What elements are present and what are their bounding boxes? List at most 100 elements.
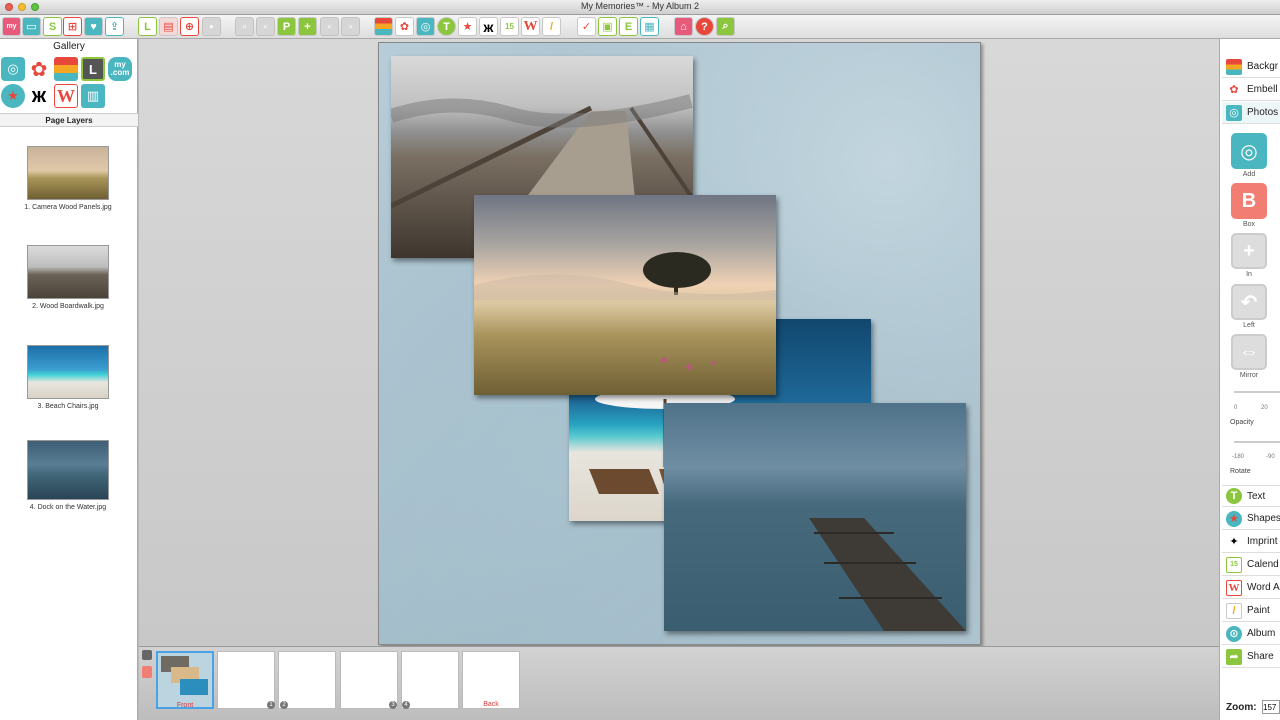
strip-view-button[interactable] bbox=[142, 666, 152, 678]
scrapbook-page[interactable] bbox=[378, 42, 981, 645]
gallery-title: Gallery bbox=[53, 41, 85, 52]
butterfly-icon[interactable]: ж bbox=[27, 84, 51, 108]
page-plus-icon[interactable]: P bbox=[277, 17, 296, 36]
layout-icon[interactable]: L bbox=[81, 57, 105, 81]
s-page-icon[interactable]: S bbox=[43, 17, 62, 36]
word-art-label: Word A bbox=[1247, 582, 1280, 593]
zoom-label: Zoom: bbox=[1226, 702, 1257, 713]
right-panel: Backgr ✿ Embell ◎ Photos ◎ Add B Box + I… bbox=[1219, 39, 1280, 720]
page-thumb-4[interactable] bbox=[401, 651, 459, 709]
rotate-left-icon: ↶ bbox=[1231, 284, 1267, 320]
imprint-item[interactable]: ✦ Imprint bbox=[1222, 531, 1280, 553]
rotate-slider[interactable] bbox=[1234, 441, 1280, 443]
share-item[interactable]: ➦ Share bbox=[1222, 646, 1280, 668]
page-strip: Front 1 2 3 4 Back bbox=[139, 646, 1219, 720]
frame-icon[interactable]: ▦ bbox=[640, 17, 659, 36]
opacity-slider[interactable] bbox=[1234, 391, 1280, 393]
ungroup-icon: ▫ bbox=[235, 17, 254, 36]
zoom-input[interactable] bbox=[1262, 700, 1280, 714]
paint-label: Paint bbox=[1247, 605, 1270, 616]
layer-thumbnail bbox=[27, 345, 109, 399]
background-icon[interactable] bbox=[54, 57, 78, 81]
layer-item[interactable]: 2. Wood Boardwalk.jpg bbox=[0, 245, 136, 310]
background-icon[interactable] bbox=[374, 17, 393, 36]
template-icon[interactable]: ▥ bbox=[81, 84, 105, 108]
box-button[interactable]: B bbox=[1231, 183, 1267, 219]
my-com-icon[interactable]: my .com bbox=[108, 57, 132, 81]
search-icon[interactable]: ⌕ bbox=[716, 17, 735, 36]
text-icon: T bbox=[1226, 488, 1242, 504]
word-art-item[interactable]: W Word A bbox=[1222, 577, 1280, 599]
page-thumb-3[interactable] bbox=[340, 651, 398, 709]
shapes-icon: ★ bbox=[1226, 510, 1242, 527]
layer-item[interactable]: 1. Camera Wood Panels.jpg bbox=[0, 146, 136, 211]
help-icon[interactable]: ? bbox=[695, 17, 714, 36]
calendar-item[interactable]: 15 Calend bbox=[1222, 554, 1280, 576]
e-icon[interactable]: E bbox=[619, 17, 638, 36]
layer-thumbnail bbox=[27, 440, 109, 500]
layer-item[interactable]: 3. Beach Chairs.jpg bbox=[0, 345, 136, 410]
layer-item[interactable]: 4. Dock on the Water.jpg bbox=[0, 440, 136, 511]
flower-icon[interactable]: ✿ bbox=[27, 57, 51, 81]
flower-icon[interactable]: ✿ bbox=[395, 17, 414, 36]
butterfly-icon: ✦ bbox=[1229, 536, 1239, 548]
calendar-icon[interactable]: 15 bbox=[500, 17, 519, 36]
main-toolbar: my ▭ S ⊞ ♥ ⇪ L ▤ ⊕ ▪ ▫ ▫ P + ▫ ▫ ✿ ◎ T ★… bbox=[0, 15, 1280, 39]
bring-front-icon: ▫ bbox=[320, 17, 339, 36]
strip-toggle-button[interactable] bbox=[142, 650, 152, 660]
butterfly-icon[interactable]: ж bbox=[479, 17, 498, 36]
star-icon[interactable]: ★ bbox=[458, 17, 477, 36]
photo-strip-icon[interactable]: ▤ bbox=[159, 17, 178, 36]
paint-item[interactable]: / Paint bbox=[1222, 600, 1280, 622]
album-icon: ⊙ bbox=[1226, 625, 1242, 642]
album-item[interactable]: ⊙ Album bbox=[1222, 623, 1280, 645]
rotate-label: Rotate bbox=[1230, 468, 1251, 475]
export-icon[interactable]: ⇪ bbox=[105, 17, 124, 36]
layer-label: 2. Wood Boardwalk.jpg bbox=[32, 303, 104, 310]
layout-icon[interactable]: L bbox=[138, 17, 157, 36]
lock-icon: ▫ bbox=[256, 17, 275, 36]
heart-icon[interactable]: ♥ bbox=[84, 17, 103, 36]
mirror-label: Mirror bbox=[1239, 372, 1259, 379]
photos-item[interactable]: ◎ Photos bbox=[1222, 102, 1280, 124]
pen-icon[interactable]: / bbox=[542, 17, 561, 36]
opacity-label: Opacity bbox=[1230, 419, 1254, 426]
word-art-icon[interactable]: W bbox=[521, 17, 540, 36]
page-number-2: 2 bbox=[280, 701, 288, 709]
rotate-tick-min: -180 bbox=[1232, 454, 1245, 460]
layer-thumbnail bbox=[27, 245, 109, 299]
star-icon[interactable]: ★ bbox=[1, 84, 25, 108]
backgrounds-label: Backgr bbox=[1247, 61, 1279, 72]
share-icon[interactable]: ⌂ bbox=[674, 17, 693, 36]
page-number-3: 3 bbox=[389, 701, 397, 709]
embellishments-item[interactable]: ✿ Embell bbox=[1222, 79, 1280, 101]
back-label: Back bbox=[483, 701, 499, 708]
add-photo-button[interactable]: ◎ bbox=[1231, 133, 1267, 169]
camera-icon[interactable]: ◎ bbox=[416, 17, 435, 36]
camera-icon: ◎ bbox=[1226, 104, 1242, 121]
shadow-icon[interactable]: ▣ bbox=[598, 17, 617, 36]
photo-camera-wood-panels[interactable] bbox=[474, 195, 776, 395]
opacity-tick-20: 20 bbox=[1261, 405, 1268, 411]
my-memories-logo-icon[interactable]: my bbox=[2, 17, 21, 36]
share-label: Share bbox=[1247, 651, 1274, 662]
text-item[interactable]: T Text bbox=[1222, 485, 1280, 507]
page-thumb-2[interactable] bbox=[278, 651, 336, 709]
text-icon[interactable]: T bbox=[437, 17, 456, 36]
check-icon[interactable]: ✓ bbox=[577, 17, 596, 36]
word-art-icon[interactable]: W bbox=[54, 84, 78, 108]
photo-dock-on-water[interactable] bbox=[664, 403, 966, 631]
page-thumb-back[interactable]: Back bbox=[462, 651, 520, 709]
link-icon[interactable]: ⊕ bbox=[180, 17, 199, 36]
page-thumb-1[interactable] bbox=[217, 651, 275, 709]
backgrounds-item[interactable]: Backgr bbox=[1222, 56, 1280, 78]
folder-icon[interactable]: ▭ bbox=[22, 17, 41, 36]
page-number-4: 4 bbox=[402, 701, 410, 709]
page-thumb-front[interactable]: Front bbox=[156, 651, 214, 709]
flower-icon: ✿ bbox=[1229, 84, 1239, 96]
camera-icon[interactable]: ◎ bbox=[1, 57, 25, 81]
layout-icon[interactable]: ⊞ bbox=[63, 17, 82, 36]
shapes-item[interactable]: ★ Shapes bbox=[1222, 508, 1280, 530]
window-title: My Memories™ - My Album 2 bbox=[580, 1, 700, 11]
page-add-icon[interactable]: + bbox=[298, 17, 317, 36]
